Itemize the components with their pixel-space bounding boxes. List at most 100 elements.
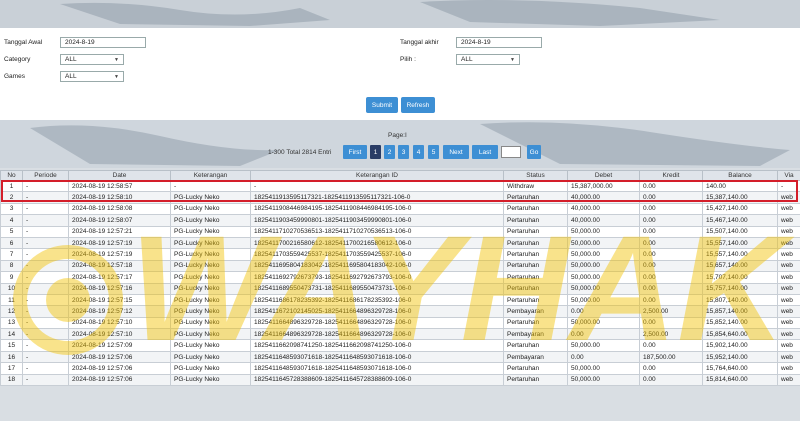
chevron-down-icon: ▼ (114, 73, 119, 80)
table-row[interactable]: 5-2024-08-19 12:57:21 PG-Lucky Neko 182541… (0, 225, 800, 238)
cell-balance: 15,757,140.00 (702, 282, 778, 295)
table-row[interactable]: 10-2024-08-19 12:57:16 PG-Lucky Neko 18254… (0, 282, 800, 295)
table-row[interactable]: 9-2024-08-19 12:57:17 PG-Lucky Neko 182541… (0, 271, 800, 284)
page-5-button[interactable]: 5 (428, 145, 439, 159)
header-date[interactable]: Date (68, 170, 171, 181)
table-row[interactable]: 11-2024-08-19 12:57:15 PG-Lucky Neko 18254… (0, 293, 800, 307)
table-row[interactable]: 18-2024-08-19 12:57:06 PG-Lucky Neko 18254… (0, 373, 800, 387)
cell-keterangan-id: 1825411662098741250-1825411662098741250-… (250, 339, 504, 352)
cell-no: 4 (0, 214, 23, 227)
tanggal-awal-row: Tanggal Awal 2024-8-19 (4, 37, 146, 48)
cell-balance: 15,557,140.00 (702, 248, 778, 261)
go-button[interactable]: Go (527, 145, 541, 159)
table-row[interactable]: 15-2024-08-19 12:57:09 PG-Lucky Neko 18254… (0, 339, 800, 352)
cell-date: 2024-08-19 12:57:09 (68, 339, 171, 352)
cell-date: 2024-08-19 12:57:17 (68, 271, 171, 284)
header-status[interactable]: Status (503, 170, 568, 181)
cell-no: 7 (0, 248, 23, 261)
table-row[interactable]: 12-2024-08-19 12:57:12 PG-Lucky Neko 18254… (0, 305, 800, 318)
cell-via: web (777, 214, 800, 227)
header-keterangan[interactable]: Keterangan (170, 170, 251, 181)
cell-periode: - (22, 202, 69, 216)
cell-balance: 15,852,140.00 (702, 316, 778, 330)
header-via[interactable]: Via (777, 170, 800, 181)
cell-via: web (777, 259, 800, 273)
table-row[interactable]: 17-2024-08-19 12:57:06 PG-Lucky Neko 18254… (0, 362, 800, 375)
cell-debet: 0.00 (567, 305, 640, 318)
tanggal-awal-input[interactable]: 2024-8-19 (60, 37, 146, 48)
pilih-select[interactable]: ALL ▼ (456, 54, 520, 65)
cell-debet: 50,000.00 (567, 282, 640, 295)
cell-debet: 50,000.00 (567, 339, 640, 352)
cell-keterangan: PG-Lucky Neko (170, 305, 251, 318)
category-select[interactable]: ALL ▼ (60, 54, 124, 65)
cell-date: 2024-08-19 12:57:06 (68, 350, 171, 364)
cell-keterangan: PG-Lucky Neko (170, 271, 251, 284)
cell-kredit: 0.00 (639, 202, 703, 216)
cell-keterangan: PG-Lucky Neko (170, 236, 251, 250)
cell-via: web (777, 282, 800, 295)
cell-status: Pertaruhan (503, 214, 568, 227)
cell-periode: - (22, 339, 69, 352)
cell-status: Pertaruhan (503, 271, 568, 284)
cell-periode: - (22, 282, 69, 295)
table-row[interactable]: 16-2024-08-19 12:57:06 PG-Lucky Neko 18254… (0, 350, 800, 364)
next-page-button[interactable]: Next (443, 145, 469, 159)
refresh-button[interactable]: Refresh (401, 97, 435, 113)
cell-via: web (777, 362, 800, 375)
games-row: Games ALL ▼ (4, 71, 124, 82)
cell-kredit: 2,500.00 (639, 328, 703, 341)
header-periode[interactable]: Periode (22, 170, 69, 181)
cell-keterangan-id: 1825411703559425537-1825411703559425537-… (250, 248, 504, 261)
table-row[interactable]: 3-2024-08-19 12:58:08 PG-Lucky Neko 182541… (0, 202, 800, 216)
cell-date: 2024-08-19 12:57:18 (68, 259, 171, 273)
table-row[interactable]: 8-2024-08-19 12:57:18 PG-Lucky Neko 182541… (0, 259, 800, 273)
table-row[interactable]: 14-2024-08-19 12:57:10 PG-Lucky Neko 18254… (0, 328, 800, 341)
page-number-input[interactable] (501, 146, 521, 158)
last-page-button[interactable]: Last (472, 145, 498, 159)
table-row[interactable]: 6-2024-08-19 12:57:19 PG-Lucky Neko 182541… (0, 236, 800, 250)
cell-no: 15 (0, 339, 23, 352)
table-row[interactable]: 7-2024-08-19 12:57:19 PG-Lucky Neko 182541… (0, 248, 800, 261)
cell-keterangan-id: 1825411648593071618-1825411648593071618-… (250, 350, 504, 364)
cell-kredit: 0.00 (639, 248, 703, 261)
table-row[interactable]: 13-2024-08-19 12:57:10 PG-Lucky Neko 18254… (0, 316, 800, 330)
tanggal-akhir-label: Tanggal akhir (400, 39, 439, 46)
header-debet[interactable]: Debet (567, 170, 640, 181)
cell-status: Pertaruhan (503, 373, 568, 387)
cell-status: Pertaruhan (503, 202, 568, 216)
tanggal-akhir-input[interactable]: 2024-8-19 (456, 37, 542, 48)
page-3-button[interactable]: 3 (398, 145, 409, 159)
cell-keterangan-id: 1825411645728388609-1825411645728388609-… (250, 373, 504, 387)
table-row[interactable]: 4-2024-08-19 12:58:07 PG-Lucky Neko 182541… (0, 214, 800, 227)
cell-kredit: 0.00 (639, 373, 703, 387)
cell-date: 2024-08-19 12:57:06 (68, 362, 171, 375)
cell-debet: 0.00 (567, 328, 640, 341)
cell-no: 13 (0, 316, 23, 330)
cell-keterangan-id: 1825411908446984195-1825411908446984195-… (250, 202, 504, 216)
page-1-button[interactable]: 1 (370, 145, 381, 159)
cell-via: web (777, 316, 800, 330)
cell-kredit: 0.00 (639, 225, 703, 238)
games-select[interactable]: ALL ▼ (60, 71, 124, 82)
cell-status: Pembayaran (503, 328, 568, 341)
header-no[interactable]: No (0, 170, 23, 181)
cell-periode: - (22, 236, 69, 250)
first-page-button[interactable]: First (343, 145, 367, 159)
page-2-button[interactable]: 2 (384, 145, 395, 159)
category-value: ALL (65, 56, 77, 63)
cell-date: 2024-08-19 12:57:12 (68, 305, 171, 318)
cell-date: 2024-08-19 12:57:21 (68, 225, 171, 238)
page-4-button[interactable]: 4 (413, 145, 424, 159)
cell-keterangan: PG-Lucky Neko (170, 202, 251, 216)
cell-keterangan-id: 1825411689550473731-1825411689550473731-… (250, 282, 504, 295)
cell-balance: 15,857,140.00 (702, 305, 778, 318)
cell-kredit: 0.00 (639, 259, 703, 273)
cell-date: 2024-08-19 12:57:10 (68, 316, 171, 330)
header-balance[interactable]: Balance (702, 170, 778, 181)
cell-keterangan-id: 1825411672102145025-1825411664896329728-… (250, 305, 504, 318)
submit-button[interactable]: Submit (366, 97, 398, 113)
header-kredit[interactable]: Kredit (639, 170, 703, 181)
cell-kredit: 0.00 (639, 362, 703, 375)
header-keterangan-id[interactable]: Keterangan ID (250, 170, 504, 181)
